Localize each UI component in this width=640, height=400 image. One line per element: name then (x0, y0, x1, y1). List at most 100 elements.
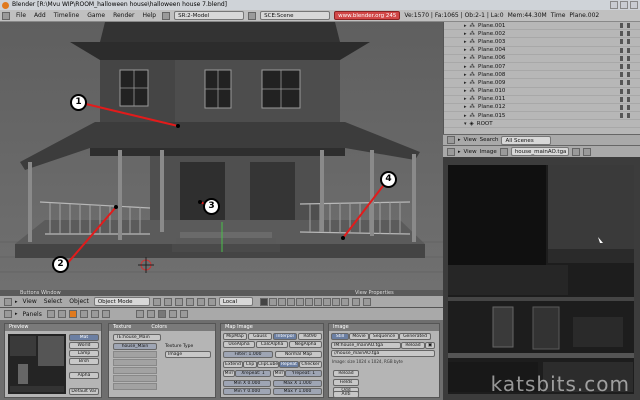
sequence-button[interactable]: Sequence (369, 333, 399, 340)
outliner-row[interactable]: ▸ ⁂ Plane.009 (444, 79, 640, 88)
outliner-scene-filter[interactable]: All Scenes (501, 135, 552, 145)
texture-slot[interactable] (113, 375, 157, 382)
preview-alpha-button[interactable]: Alpha (69, 372, 99, 379)
expand-icon[interactable]: ▸ (464, 64, 467, 70)
outliner-row[interactable]: ▸ ⁂ Plane.003 (444, 38, 640, 47)
menu-help[interactable]: Help (140, 12, 158, 19)
mirror-x-toggle[interactable]: Mirr (223, 370, 235, 377)
preview-brush-button[interactable]: Brsh (69, 358, 99, 365)
image-reload-button[interactable]: Reload (401, 342, 425, 349)
expand-icon[interactable]: ▸ (464, 23, 467, 29)
outliner-row[interactable]: ▸ ⁂ Plane.008 (444, 71, 640, 80)
reload-button[interactable]: Reload (333, 370, 359, 377)
image-image-menu[interactable]: Image (480, 149, 497, 155)
texture-slot[interactable] (113, 359, 157, 366)
select-menu[interactable]: Select (42, 298, 65, 305)
image-lock-icon[interactable] (582, 147, 591, 156)
expand-icon[interactable]: ▸ (464, 113, 467, 119)
visibility-toggles[interactable] (620, 39, 640, 45)
lamp-icon[interactable] (135, 310, 144, 318)
layer-button[interactable] (313, 297, 322, 306)
material-icon[interactable] (146, 310, 155, 318)
outliner-row[interactable]: ▸ ⁂ Plane.015 (444, 112, 640, 121)
lock-icon[interactable] (351, 297, 360, 306)
window-type-icon[interactable] (447, 147, 455, 156)
window-type-icon[interactable] (2, 11, 10, 20)
rot90-toggle[interactable]: Rot90 (298, 333, 322, 340)
minimize-button[interactable] (610, 1, 618, 9)
manipulator-icon[interactable] (174, 297, 183, 306)
window-type-icon[interactable] (4, 310, 12, 318)
layer-button[interactable] (340, 297, 349, 306)
layer-button[interactable] (259, 297, 268, 306)
generated-button[interactable]: Generated (399, 333, 431, 340)
texture-slot[interactable] (113, 383, 157, 390)
expand-icon[interactable]: ▸ (464, 39, 467, 45)
layer-button[interactable] (304, 297, 313, 306)
layer-button[interactable] (295, 297, 304, 306)
min-x-field[interactable]: Min X 0.000 (223, 380, 271, 387)
outliner-view-menu[interactable]: View (464, 137, 477, 143)
image-editor[interactable] (443, 157, 640, 400)
expand-icon[interactable]: ▸ (464, 96, 467, 102)
orientation-select[interactable]: Local (218, 297, 253, 306)
window-type-icon[interactable] (447, 136, 455, 144)
normal-map-toggle[interactable]: Normal Map (275, 351, 322, 358)
outliner-row[interactable]: ▸ ⁂ Plane.007 (444, 63, 640, 72)
visibility-toggles[interactable] (620, 23, 640, 29)
usealpha-toggle[interactable]: UseAlpha (223, 341, 255, 348)
yrepeat-field[interactable]: Yrepeat: 1 (285, 370, 322, 377)
extend-button[interactable]: Extend (223, 361, 243, 368)
screen-browse-icon[interactable] (162, 11, 171, 20)
3d-viewport[interactable]: 1 2 3 4 (0, 22, 443, 290)
expand-icon[interactable]: ▾ (464, 121, 467, 127)
visibility-toggles[interactable] (620, 80, 640, 86)
mode-select[interactable]: Object Mode (93, 297, 150, 306)
outliner-row[interactable]: ▸ ⁂ Plane.012 (444, 104, 640, 113)
layer-button[interactable] (322, 297, 331, 306)
movie-button[interactable]: Movie (349, 333, 369, 340)
preview-world-button[interactable]: World (69, 342, 99, 349)
image-pack-icon[interactable]: ▣ (425, 342, 435, 349)
window-type-icon[interactable] (4, 297, 12, 306)
menu-game[interactable]: Game (85, 12, 107, 19)
texture-slot-active[interactable]: house_Main (113, 343, 157, 350)
texture-slot[interactable] (113, 351, 157, 358)
image-view-menu[interactable]: View (464, 149, 477, 155)
expand-icon[interactable]: ▸ (464, 72, 467, 78)
render-view-icon[interactable] (362, 297, 371, 306)
maximize-button[interactable] (620, 1, 628, 9)
expand-icon[interactable]: ▸ (464, 31, 467, 37)
min-y-field[interactable]: Min Y 0.000 (223, 388, 271, 395)
logic-icon[interactable] (46, 310, 55, 318)
gauss-toggle[interactable]: Gauss (248, 333, 272, 340)
collapse-icon[interactable]: ▸ (458, 149, 461, 155)
interpol-toggle[interactable]: Interpol (273, 333, 297, 340)
visibility-toggles[interactable] (620, 72, 640, 78)
expand-icon[interactable]: ▸ (464, 80, 467, 86)
close-button[interactable] (630, 1, 638, 9)
scene-field[interactable]: SCE:Scene (260, 11, 331, 20)
pivot-icon[interactable] (163, 297, 172, 306)
texture-slot-list[interactable] (113, 351, 157, 395)
radio-icon[interactable] (168, 310, 177, 318)
preview-lamp-button[interactable]: Lamp (69, 350, 99, 357)
world-icon[interactable] (179, 310, 188, 318)
layer-button[interactable] (268, 297, 277, 306)
screen-field[interactable]: SR:2-Model (174, 11, 245, 20)
texture-name-field[interactable]: TE:house_Main (113, 334, 161, 341)
scale-icon[interactable] (207, 297, 216, 306)
texture-icon[interactable] (157, 310, 166, 318)
menu-file[interactable]: File (14, 12, 28, 19)
expand-icon[interactable]: ▸ (464, 104, 467, 110)
layer-button[interactable] (277, 297, 286, 306)
outliner-row[interactable]: ▸ ⁂ Plane.004 (444, 47, 640, 55)
draw-type-icon[interactable] (152, 297, 161, 306)
editing-icon[interactable] (90, 310, 99, 318)
image-browse-icon[interactable] (499, 147, 508, 156)
expand-icon[interactable]: ▸ (464, 55, 467, 61)
script-icon[interactable] (57, 310, 66, 318)
fields-toggle[interactable]: Fields (333, 379, 359, 386)
object-icon[interactable] (79, 310, 88, 318)
shading-icon[interactable] (68, 310, 77, 318)
